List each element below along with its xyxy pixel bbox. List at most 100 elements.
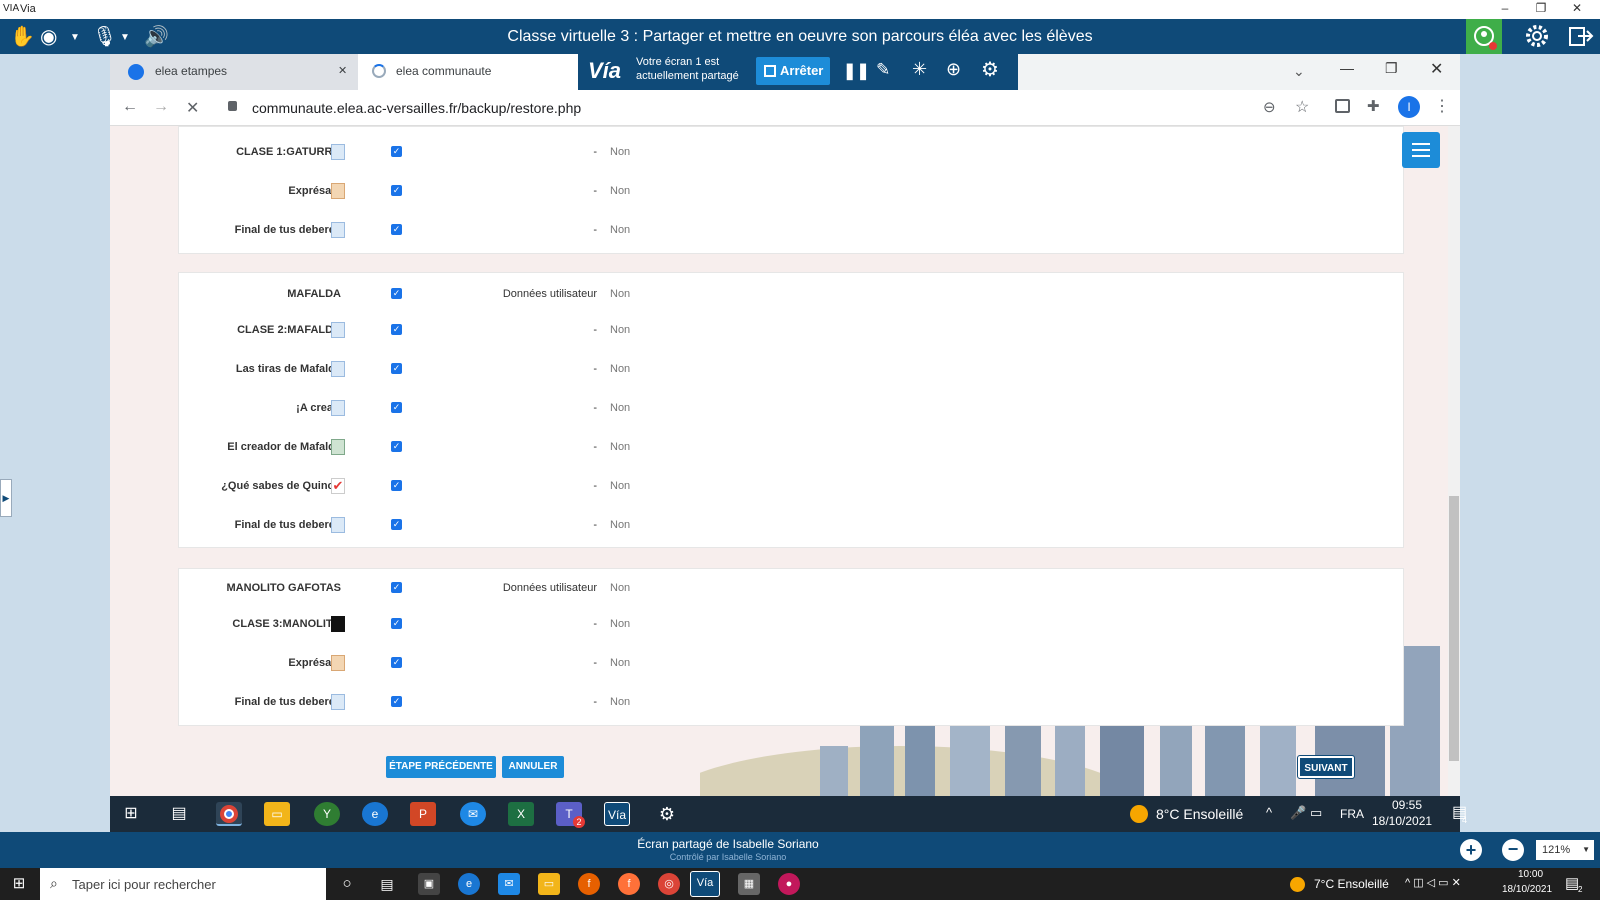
task-view-icon[interactable]: ▤ bbox=[166, 802, 192, 826]
zoom-icon[interactable]: ⊖ bbox=[1263, 98, 1276, 116]
restore-button[interactable]: ❐ bbox=[1526, 1, 1556, 15]
clock-time[interactable]: 09:55 bbox=[1392, 798, 1422, 812]
clock-date[interactable]: 18/10/2021 bbox=[1502, 884, 1552, 895]
include-checkbox[interactable]: ✓ bbox=[391, 288, 402, 299]
include-checkbox[interactable]: ✓ bbox=[391, 696, 402, 707]
include-checkbox[interactable]: ✓ bbox=[391, 324, 402, 335]
tray-icons[interactable]: ^ ◫ ◁ ▭ ✕ bbox=[1405, 876, 1461, 889]
extensions-puzzle-icon[interactable]: ✚ bbox=[1367, 97, 1380, 115]
include-checkbox[interactable]: ✓ bbox=[391, 582, 402, 593]
firefox-icon[interactable]: f bbox=[578, 873, 600, 895]
stop-icon bbox=[764, 65, 776, 77]
share-settings-icon[interactable]: ⚙ bbox=[981, 57, 999, 82]
hamburger-menu-icon[interactable] bbox=[1402, 132, 1440, 168]
tab-close-icon[interactable]: ✕ bbox=[338, 54, 347, 88]
include-checkbox[interactable]: ✓ bbox=[391, 146, 402, 157]
zoom-select[interactable]: 121% ▼ bbox=[1536, 840, 1594, 860]
windows-start-icon[interactable]: ⊞ bbox=[118, 802, 144, 826]
include-checkbox[interactable]: ✓ bbox=[391, 441, 402, 452]
browser-close-button[interactable]: ✕ bbox=[1430, 59, 1443, 79]
document-app-icon[interactable]: ▦ bbox=[738, 873, 760, 895]
tab-elea-etampes[interactable]: elea etampes ✕ bbox=[110, 54, 358, 90]
stop-label: Arrêter bbox=[780, 63, 824, 78]
back-arrow-icon[interactable]: ← bbox=[122, 98, 138, 116]
powerpoint-icon[interactable]: P bbox=[410, 802, 436, 826]
tray-chevron-icon[interactable]: ^ bbox=[1266, 805, 1272, 820]
shared-taskbar: ⊞ ▤ ▭ Y e P ✉ X T2 Vía ⚙ 8°C Ensoleillé … bbox=[110, 796, 1467, 832]
page-icon bbox=[331, 694, 345, 710]
value-cell: Non bbox=[610, 146, 631, 158]
pause-icon[interactable]: ❚❚ bbox=[843, 61, 870, 81]
mail-icon[interactable]: ✉ bbox=[498, 873, 520, 895]
cancel-button[interactable]: ANNULER bbox=[502, 756, 564, 778]
minimize-button[interactable]: – bbox=[1490, 1, 1520, 15]
include-checkbox[interactable]: ✓ bbox=[391, 519, 402, 530]
session-title: Classe virtuelle 3 : Partager et mettre … bbox=[507, 28, 1093, 45]
include-checkbox[interactable]: ✓ bbox=[391, 185, 402, 196]
browser-minimize-button[interactable]: — bbox=[1340, 60, 1354, 76]
include-checkbox[interactable]: ✓ bbox=[391, 618, 402, 629]
mic-tray-icon[interactable]: 🎤 bbox=[1290, 805, 1306, 821]
include-checkbox[interactable]: ✓ bbox=[391, 480, 402, 491]
activity-name: ¿Qué sabes de Quino? bbox=[221, 480, 341, 492]
excel-icon[interactable]: X bbox=[508, 802, 534, 826]
user-data-cell: Données utilisateur bbox=[502, 288, 597, 300]
windows-taskbar: ⊞ ⌕ Taper ici pour rechercher ○ ▤ ▣ e ✉ … bbox=[0, 868, 1600, 900]
url-text[interactable]: communaute.elea.ac-versailles.fr/backup/… bbox=[252, 100, 581, 116]
laser-pointer-icon[interactable]: ✳ bbox=[912, 59, 927, 80]
chrome-app-icon[interactable]: ◎ bbox=[658, 873, 680, 895]
edge-icon[interactable]: e bbox=[458, 873, 480, 895]
page-scrollbar[interactable] bbox=[1448, 126, 1460, 796]
pen-icon[interactable]: ✎ bbox=[876, 60, 890, 80]
cast-icon[interactable] bbox=[1335, 99, 1350, 113]
clock-time[interactable]: 10:00 bbox=[1518, 869, 1543, 880]
clock-date[interactable]: 18/10/2021 bbox=[1372, 814, 1432, 828]
file-explorer-icon[interactable]: ▭ bbox=[264, 802, 290, 826]
zoom-in-icon[interactable]: + bbox=[1460, 839, 1482, 861]
mail-icon[interactable]: ✉ bbox=[460, 802, 486, 826]
include-checkbox[interactable]: ✓ bbox=[391, 657, 402, 668]
app-title: Via bbox=[20, 3, 36, 15]
address-bar: ← → ✕ communaute.elea.ac-versailles.fr/b… bbox=[110, 90, 1460, 126]
windows-start-icon[interactable]: ⊞ bbox=[8, 873, 30, 895]
firefox-alt-icon[interactable]: f bbox=[618, 873, 640, 895]
cortana-icon[interactable]: ○ bbox=[336, 873, 358, 895]
include-checkbox[interactable]: ✓ bbox=[391, 402, 402, 413]
next-button[interactable]: SUIVANT bbox=[1297, 755, 1355, 779]
zoom-out-icon[interactable]: − bbox=[1502, 839, 1524, 861]
language-indicator[interactable]: FRA bbox=[1340, 807, 1364, 821]
bookmark-star-icon[interactable]: ☆ bbox=[1295, 97, 1309, 117]
side-panel-toggle[interactable]: ▶ bbox=[0, 479, 12, 517]
settings-gear-icon[interactable] bbox=[1519, 19, 1555, 54]
kebab-menu-icon[interactable]: ⋮ bbox=[1434, 96, 1450, 116]
store-icon[interactable]: ▣ bbox=[418, 873, 440, 895]
battery-icon[interactable]: ▭ bbox=[1310, 805, 1322, 821]
drop-app-icon[interactable]: ● bbox=[778, 873, 800, 895]
target-icon[interactable]: ⊕ bbox=[946, 59, 961, 80]
profile-avatar[interactable]: I bbox=[1398, 96, 1420, 118]
forward-arrow-icon[interactable]: → bbox=[153, 98, 169, 116]
tab-search-icon[interactable]: ⌄ bbox=[1293, 63, 1305, 80]
via-app-icon[interactable]: Vía bbox=[690, 871, 720, 897]
include-checkbox[interactable]: ✓ bbox=[391, 224, 402, 235]
activity-name: CLASE 2:MAFALDA bbox=[237, 324, 341, 336]
previous-step-button[interactable]: ÉTAPE PRÉCÉDENTE bbox=[386, 756, 496, 778]
scrollbar-thumb[interactable] bbox=[1449, 496, 1459, 761]
chrome-app-icon[interactable] bbox=[216, 802, 242, 826]
participants-icon[interactable] bbox=[1466, 19, 1502, 54]
edge-icon[interactable]: e bbox=[362, 802, 388, 826]
stop-share-button[interactable]: Arrêter bbox=[756, 57, 830, 85]
browser-restore-button[interactable]: ❐ bbox=[1385, 60, 1398, 77]
activity-name: Final de tus deberes bbox=[234, 224, 341, 236]
teams-icon[interactable]: T2 bbox=[556, 802, 585, 828]
taskbar-search-box[interactable]: ⌕ Taper ici pour rechercher bbox=[40, 868, 326, 900]
close-button[interactable]: ✕ bbox=[1562, 1, 1592, 15]
include-checkbox[interactable]: ✓ bbox=[391, 363, 402, 374]
settings-icon[interactable]: ⚙ bbox=[654, 802, 680, 826]
stop-loading-icon[interactable]: ✕ bbox=[186, 98, 199, 118]
via-app-icon[interactable]: Vía bbox=[604, 802, 630, 826]
xmind-icon[interactable]: Y bbox=[314, 802, 340, 826]
task-view-icon[interactable]: ▤ bbox=[376, 873, 398, 895]
exit-icon[interactable] bbox=[1562, 19, 1598, 54]
file-explorer-icon[interactable]: ▭ bbox=[538, 873, 560, 895]
